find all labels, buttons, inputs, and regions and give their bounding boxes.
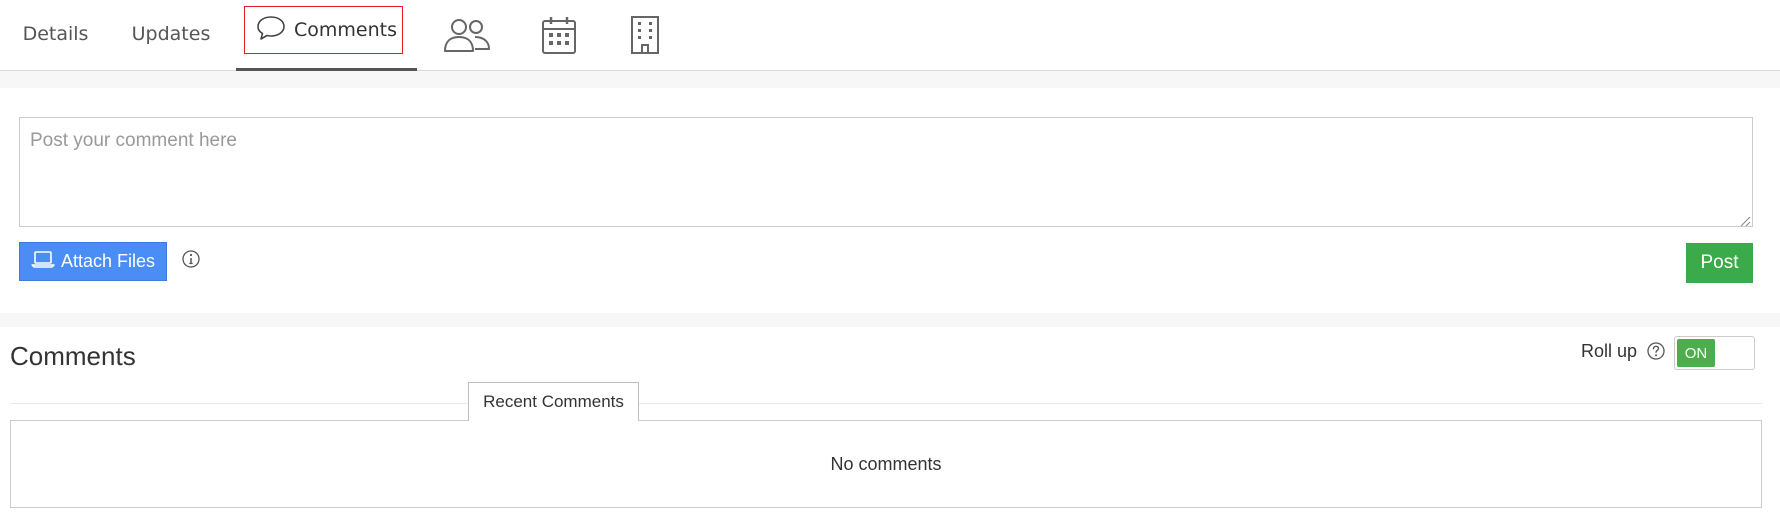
empty-state-text: No comments — [830, 453, 942, 474]
separator-band — [0, 313, 1780, 327]
tab-bar: Details Updates Comments — [0, 0, 1780, 72]
tab-details[interactable]: Details — [8, 0, 103, 69]
tab-building[interactable] — [600, 0, 690, 70]
tab-people[interactable] — [422, 0, 512, 70]
building-icon — [629, 15, 661, 55]
rollup-toggle[interactable]: ON — [1674, 336, 1755, 370]
tab-updates-label: Updates — [131, 23, 211, 45]
people-icon — [442, 17, 492, 53]
attach-files-label: Attach Files — [60, 251, 156, 271]
tab-comments-label: Comments — [294, 19, 397, 41]
separator-band — [0, 71, 1780, 88]
divider — [10, 403, 1762, 404]
calendar-icon — [541, 15, 577, 55]
tab-updates[interactable]: Updates — [120, 0, 222, 69]
comment-input[interactable] — [19, 117, 1753, 227]
info-icon[interactable] — [181, 249, 201, 269]
tab-comments[interactable]: Comments — [236, 0, 417, 72]
tab-recent-comments[interactable]: Recent Comments — [468, 382, 639, 421]
rollup-label: Roll up — [1581, 341, 1638, 361]
attach-files-button[interactable]: Attach Files — [19, 242, 167, 281]
help-icon[interactable] — [1646, 341, 1666, 361]
comments-list: No comments — [10, 420, 1762, 508]
tab-details-label: Details — [22, 23, 89, 45]
post-button[interactable]: Post — [1686, 243, 1753, 283]
tab-calendar[interactable] — [514, 0, 604, 70]
post-button-label: Post — [1700, 252, 1739, 273]
section-title: Comments — [10, 341, 136, 371]
comment-composer: Attach Files Post — [0, 88, 1780, 313]
resize-grip-icon[interactable] — [1739, 212, 1751, 227]
toggle-on-label: ON — [1677, 339, 1715, 367]
laptop-icon — [31, 250, 55, 273]
comments-section: Comments Roll up ON Recent Comments No c… — [0, 327, 1780, 520]
comment-bubble-icon — [256, 15, 286, 46]
recent-comments-label: Recent Comments — [483, 392, 624, 411]
